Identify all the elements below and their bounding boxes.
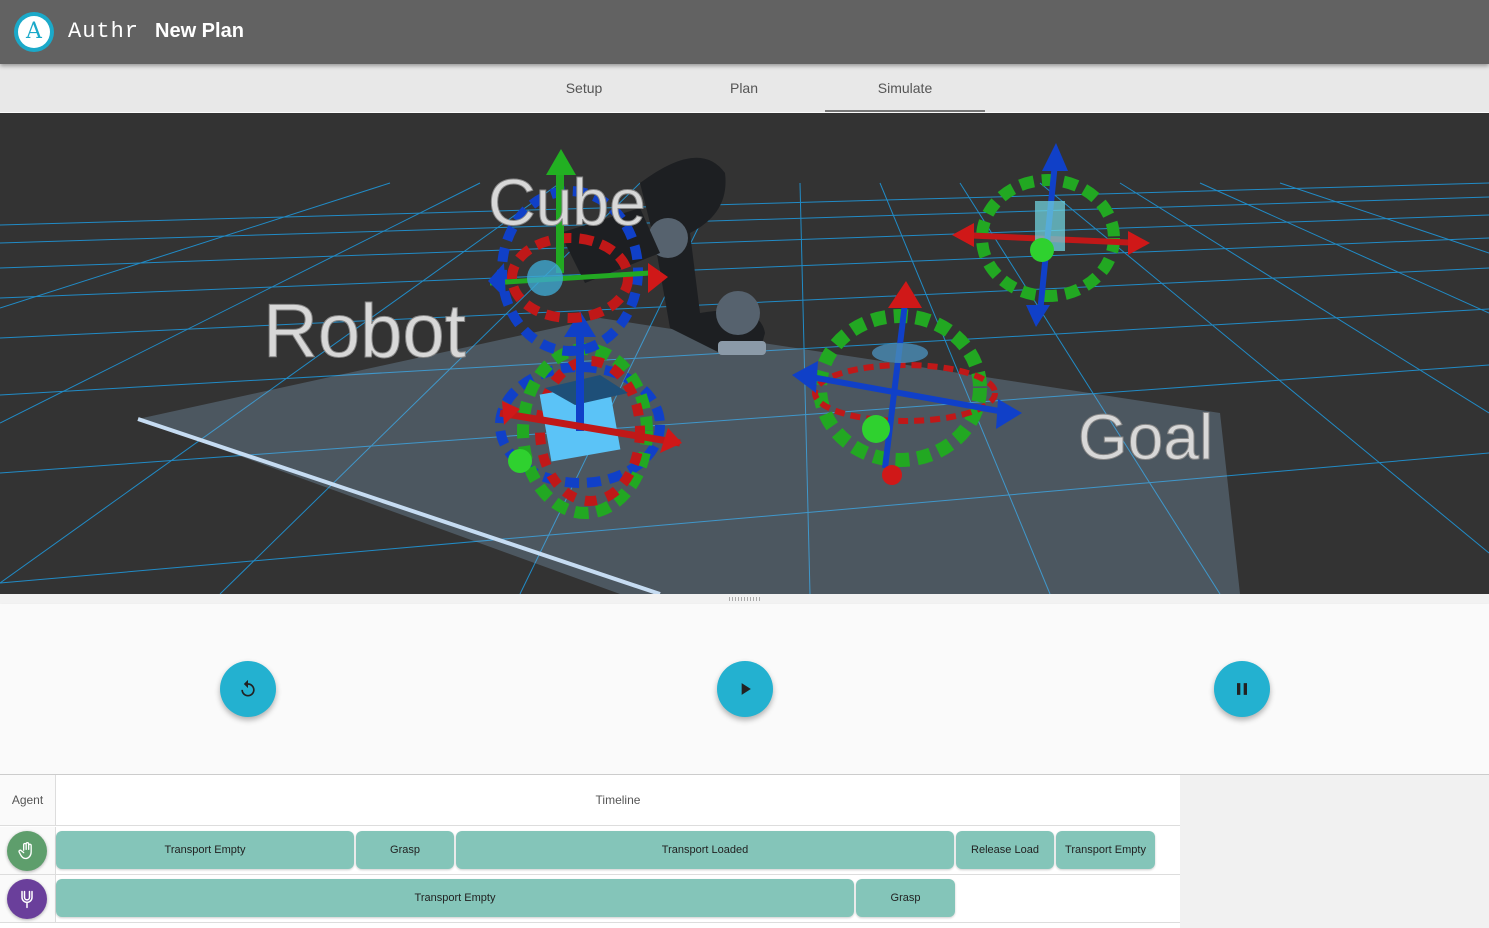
timeline-column-header: Timeline <box>56 775 1180 826</box>
side-panel <box>1180 775 1489 928</box>
timeline-grid: Agent Timeline Transport Empty Grasp Tra… <box>0 775 1180 928</box>
plan-title: New Plan <box>155 20 244 42</box>
timeline-row: Transport Empty Grasp Transport Loaded R… <box>0 827 1180 875</box>
timeline-block[interactable]: Release Load <box>956 831 1054 869</box>
pause-button[interactable] <box>1214 661 1270 717</box>
tab-plan[interactable]: Plan <box>664 64 824 112</box>
agent-column-header: Agent <box>0 775 56 826</box>
gripper-icon <box>21 890 33 909</box>
resize-grip-icon <box>729 597 761 601</box>
authr-logo[interactable]: A <box>14 12 54 52</box>
scene-label-goal: Goal <box>1078 401 1213 473</box>
reset-button[interactable] <box>220 661 276 717</box>
panel-resize-handle[interactable] <box>0 594 1489 604</box>
tab-bar: Setup Plan Simulate <box>0 64 1489 112</box>
play-button[interactable] <box>717 661 773 717</box>
hand-icon <box>18 842 32 860</box>
logo-letter: A <box>18 16 50 48</box>
agent-cell <box>0 875 56 922</box>
app-bar: A Authr New Plan <box>0 0 1489 64</box>
timeline-block[interactable]: Grasp <box>856 879 955 917</box>
scene-label-robot: Robot <box>263 289 466 374</box>
scene-canvas[interactable]: Cube Robot Goal <box>0 113 1489 594</box>
timeline-block[interactable]: Grasp <box>356 831 454 869</box>
timeline-block[interactable]: Transport Empty <box>56 879 854 917</box>
replay-icon <box>241 679 255 697</box>
scene-label-cube: Cube <box>488 165 646 239</box>
play-icon <box>741 683 751 695</box>
timeline-block[interactable]: Transport Empty <box>56 831 354 869</box>
timeline-row: Transport Empty Grasp <box>0 875 1180 923</box>
timeline-block[interactable]: Transport Loaded <box>456 831 954 869</box>
tab-setup[interactable]: Setup <box>504 64 664 112</box>
pause-icon <box>1237 683 1247 695</box>
timeline-block[interactable]: Transport Empty <box>1056 831 1155 869</box>
tab-simulate[interactable]: Simulate <box>825 64 985 112</box>
brand-name: Authr <box>68 19 140 44</box>
agent-avatar-human[interactable] <box>7 831 47 871</box>
playback-controls <box>0 604 1489 775</box>
agent-cell <box>0 827 56 874</box>
scene-viewport[interactable]: Cube Robot Goal <box>0 113 1489 594</box>
agent-avatar-robot[interactable] <box>7 879 47 919</box>
